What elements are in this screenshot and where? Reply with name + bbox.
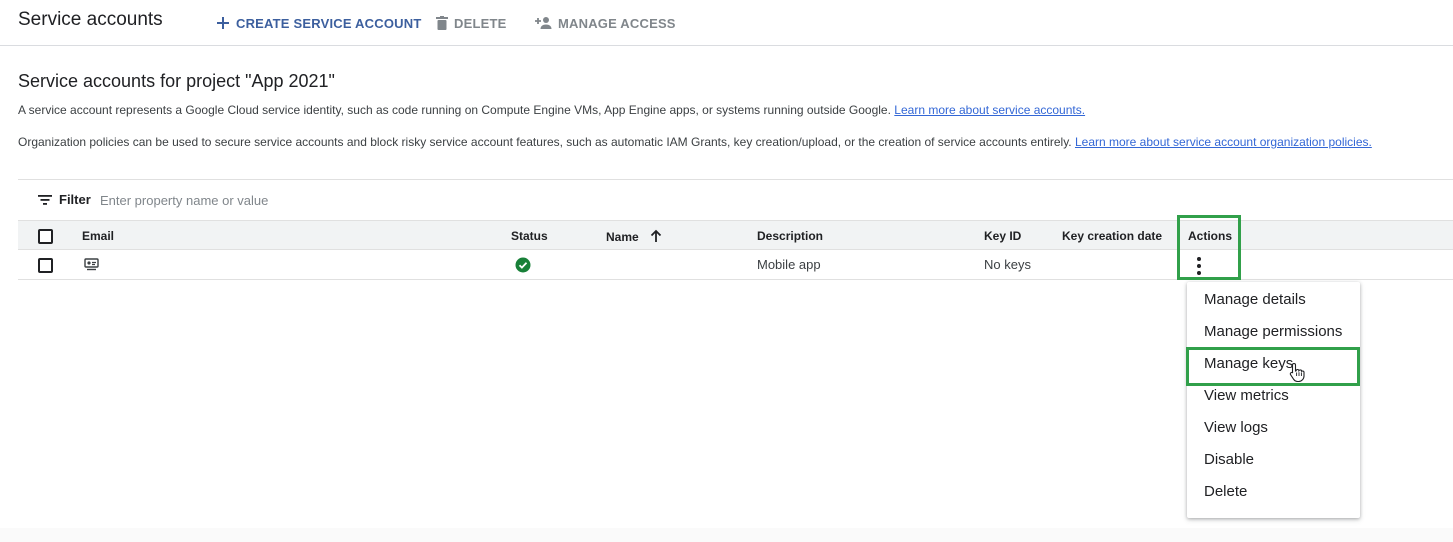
row-key-id: No keys: [984, 257, 1031, 272]
service-account-description: A service account represents a Google Cl…: [18, 103, 1085, 117]
row-description: Mobile app: [757, 257, 821, 272]
delete-button[interactable]: DELETE: [436, 13, 506, 33]
top-toolbar: Service accounts CREATE SERVICE ACCOUNT …: [0, 0, 1453, 46]
menu-item-manage-details[interactable]: Manage details: [1187, 284, 1360, 316]
filter-bar: Filter: [18, 179, 1453, 220]
learn-more-service-accounts-link[interactable]: Learn more about service accounts.: [894, 103, 1085, 117]
column-key-id[interactable]: Key ID: [984, 229, 1021, 243]
manage-access-label: MANAGE ACCESS: [558, 15, 676, 31]
add-person-icon: [535, 17, 552, 29]
column-name-label: Name: [606, 230, 639, 244]
create-service-account-label: CREATE SERVICE ACCOUNT: [236, 15, 422, 31]
manage-access-button[interactable]: MANAGE ACCESS: [534, 13, 676, 33]
arrow-up-icon: [650, 229, 662, 242]
delete-label: DELETE: [454, 15, 507, 31]
page-title: Service accounts: [18, 9, 163, 30]
row-checkbox[interactable]: [38, 258, 53, 273]
filter-input[interactable]: [100, 189, 500, 211]
column-description[interactable]: Description: [757, 229, 823, 243]
filter-icon[interactable]: [38, 195, 52, 205]
trash-icon: [436, 16, 448, 30]
create-service-account-button[interactable]: CREATE SERVICE ACCOUNT: [216, 13, 421, 33]
menu-item-delete[interactable]: Delete: [1187, 476, 1360, 508]
column-name[interactable]: Name: [606, 229, 662, 244]
menu-item-disable[interactable]: Disable: [1187, 444, 1360, 476]
plus-icon: [217, 17, 229, 29]
menu-item-view-logs[interactable]: View logs: [1187, 412, 1360, 444]
column-status[interactable]: Status: [511, 229, 548, 243]
column-email[interactable]: Email: [82, 229, 114, 243]
check-circle-icon: [515, 257, 531, 273]
org-policy-description: Organization policies can be used to sec…: [18, 135, 1372, 149]
manage-keys-highlight: [1186, 347, 1360, 386]
actions-highlight: [1177, 215, 1241, 280]
hand-cursor-icon: [1289, 362, 1305, 382]
service-account-icon: [84, 258, 99, 271]
column-key-creation-date[interactable]: Key creation date: [1062, 229, 1162, 243]
select-all-checkbox[interactable]: [38, 229, 53, 244]
filter-label: Filter: [59, 192, 91, 207]
learn-more-org-policies-link[interactable]: Learn more about service account organiz…: [1075, 135, 1372, 149]
section-title: Service accounts for project "App 2021": [18, 71, 335, 91]
actions-menu: Manage details Manage permissions Manage…: [1187, 282, 1360, 518]
menu-item-manage-permissions[interactable]: Manage permissions: [1187, 316, 1360, 348]
description-text: A service account represents a Google Cl…: [18, 103, 891, 117]
org-policy-text: Organization policies can be used to sec…: [18, 135, 1072, 149]
bottom-strip: [0, 528, 1453, 542]
